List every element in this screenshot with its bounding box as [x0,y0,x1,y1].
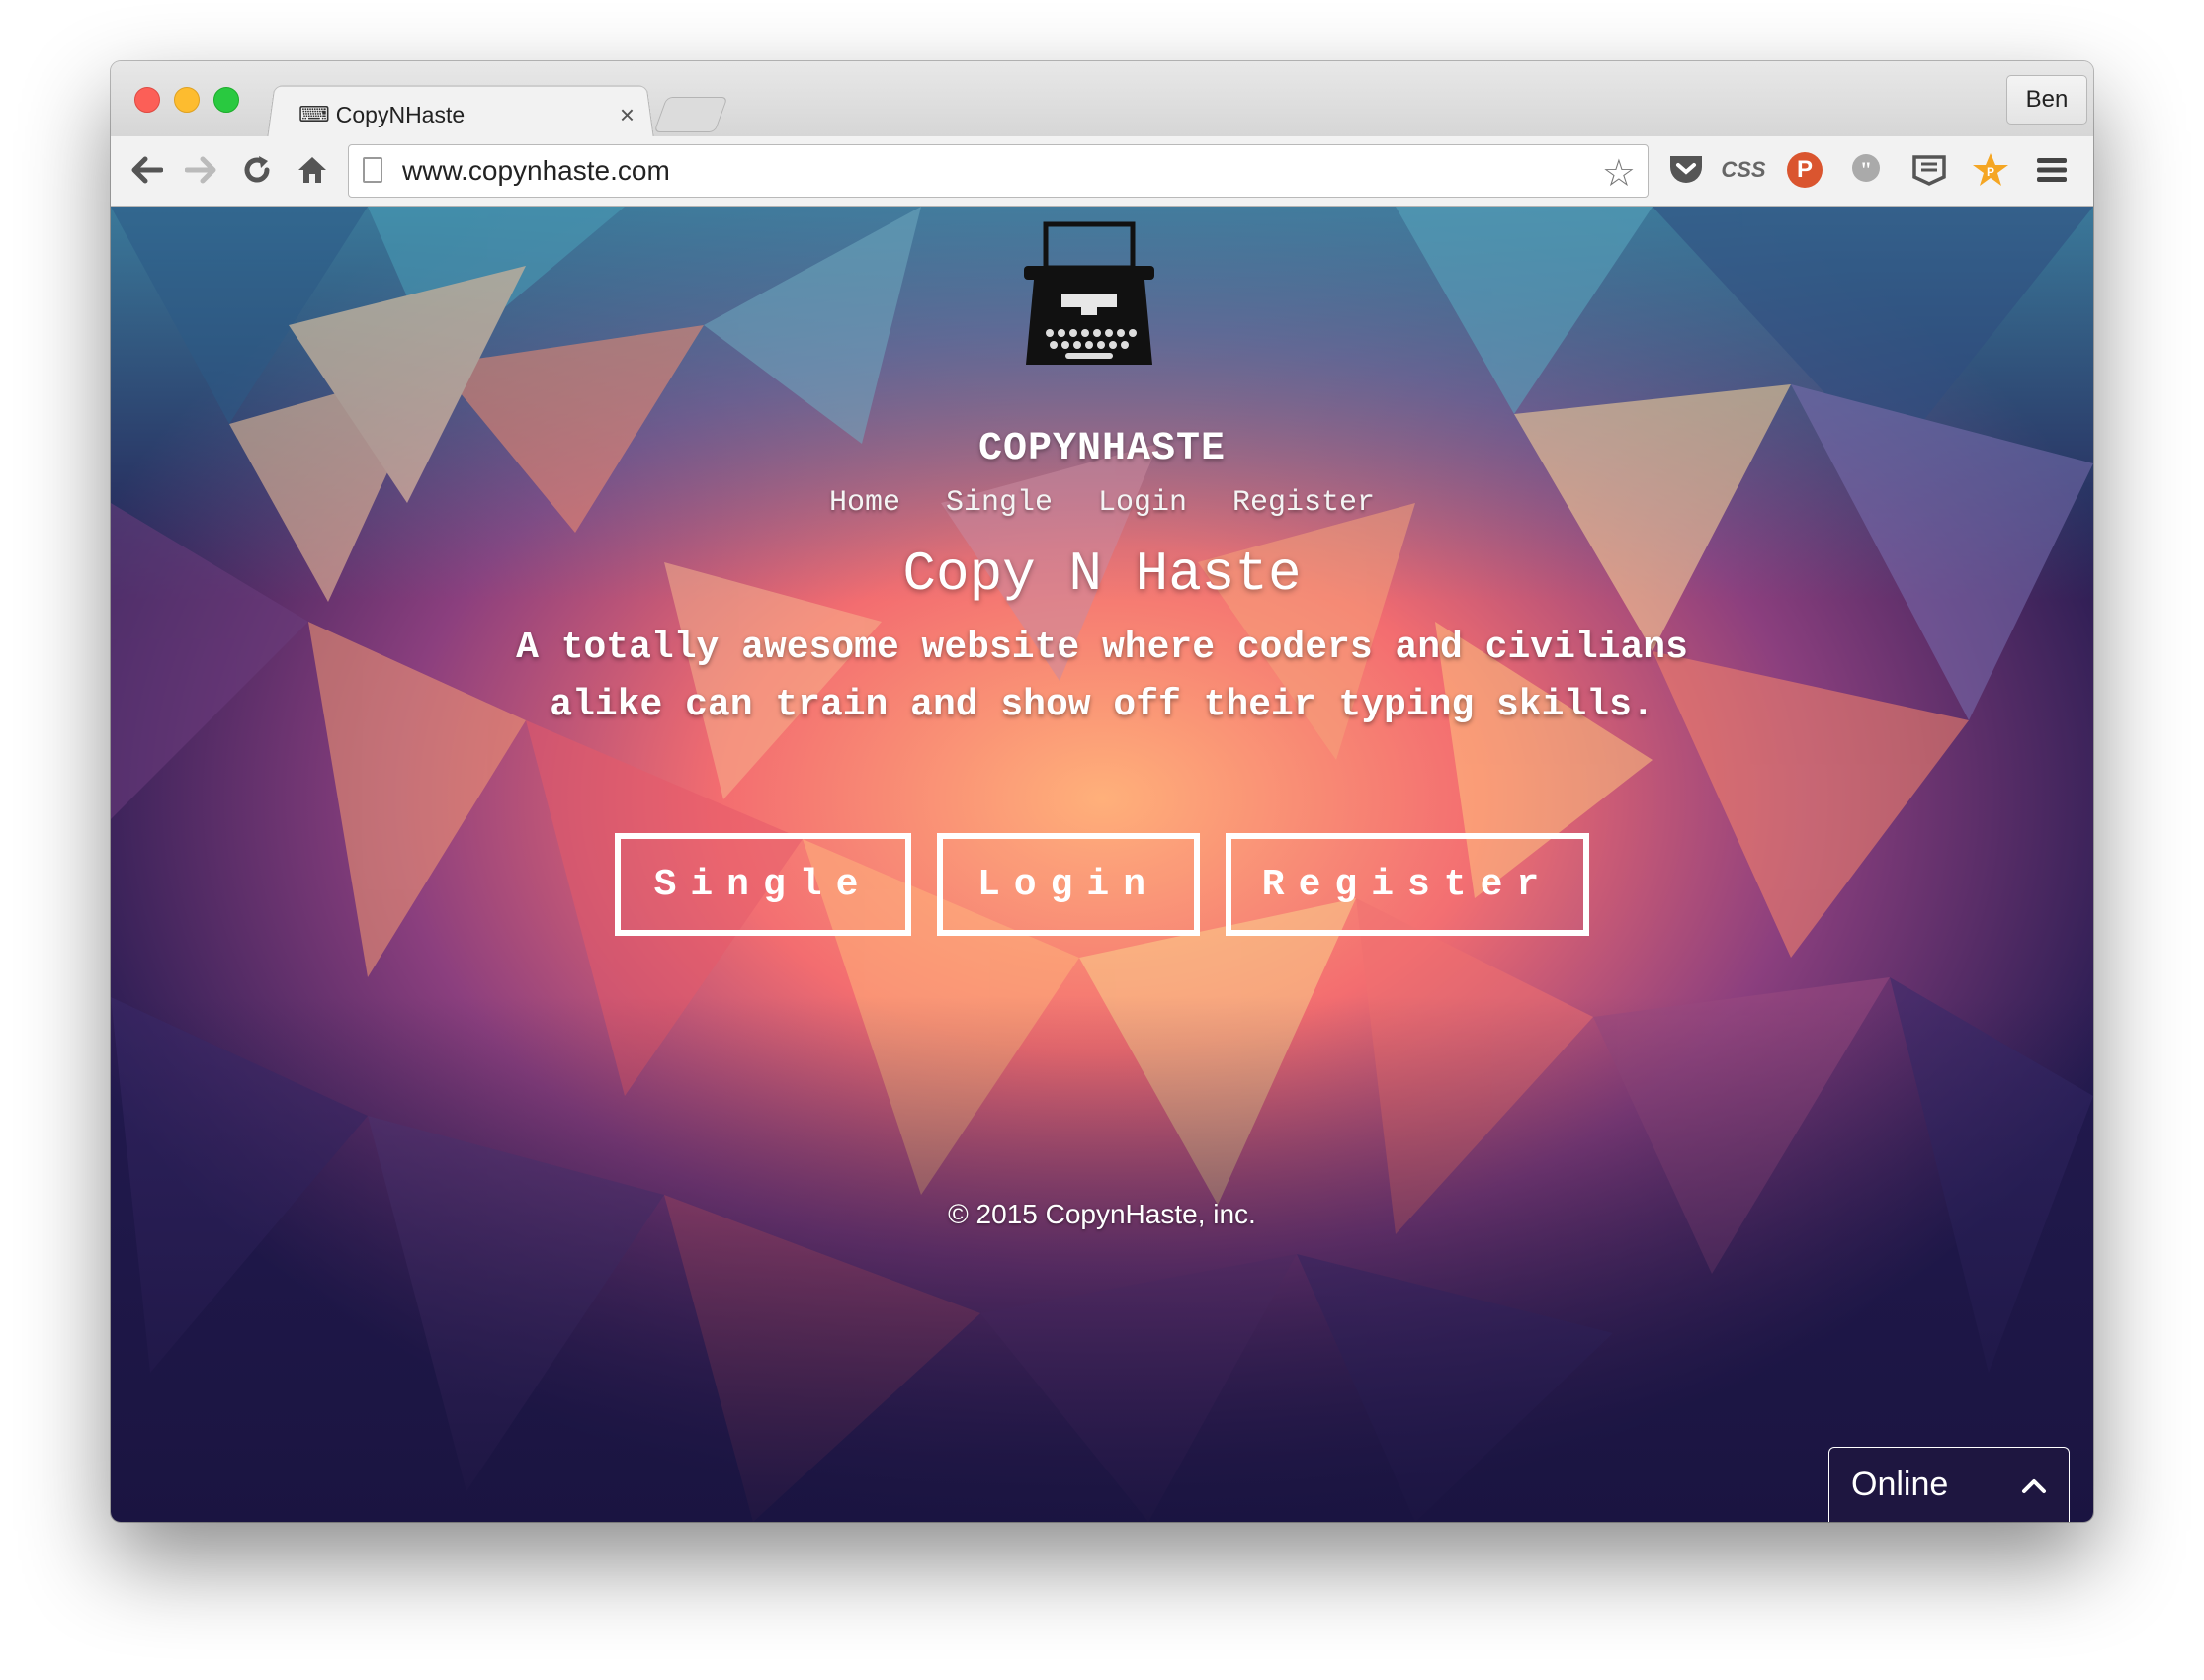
reader-icon[interactable] [1909,150,1949,190]
bookmark-star-icon[interactable]: ☆ [1602,151,1636,196]
producthunt-icon[interactable]: P [1785,150,1824,190]
nav-register-link[interactable]: Register [1232,486,1375,520]
title-bar: ⌨ CopyNHaste × Ben [111,61,2093,139]
forward-arrow-icon [185,156,216,184]
hero-subtitle-line: alike can train and show off their typin… [550,684,1654,726]
page-icon [363,157,382,183]
nav-login-link[interactable]: Login [1098,486,1187,520]
back-arrow-icon [131,156,163,184]
reload-icon [244,156,270,183]
home-icon [298,157,326,183]
forward-button[interactable] [180,148,223,192]
browser-window: ⌨ CopyNHaste × Ben www.copynhaste.com ☆ … [111,61,2093,1522]
browser-tab-content[interactable]: ⌨ CopyNHaste × [289,95,644,134]
register-button[interactable]: Register [1226,833,1589,936]
address-bar[interactable]: www.copynhaste.com ☆ [348,144,1649,198]
hero-subtitle-line: A totally awesome website where coders a… [516,627,1688,669]
nav-home-link[interactable]: Home [829,486,900,520]
quote-icon[interactable]: " [1846,150,1886,190]
menu-icon[interactable] [2032,150,2072,190]
hero-subtitle: A totally awesome website where coders a… [437,620,1767,734]
nav-single-link[interactable]: Single [946,486,1053,520]
chevron-up-icon[interactable] [2021,1476,2047,1494]
css-icon[interactable]: CSS [1721,150,1765,190]
single-button[interactable]: Single [615,833,911,936]
new-tab-button[interactable] [653,97,728,132]
profile-button[interactable]: Ben [2006,75,2087,125]
landing-content: COPYNHASTE Home Single Login Register Co… [111,207,2093,1522]
hero-title: Copy N Haste [902,543,1302,606]
pocket-icon[interactable] [1666,150,1706,190]
zoom-window-button[interactable] [213,87,239,113]
reload-button[interactable] [235,148,279,192]
top-navigation: Home Single Login Register [111,486,2093,520]
back-button[interactable] [125,148,168,192]
online-chat-widget[interactable]: Online [1828,1447,2070,1522]
tab-close-icon[interactable]: × [620,100,635,130]
brand-title[interactable]: COPYNHASTE [111,427,2093,471]
svg-text:": " [1860,157,1872,182]
chat-status-label: Online [1851,1466,1949,1503]
footer-copyright: © 2015 CopynHaste, inc. [948,1199,1256,1229]
keyboard-favicon-icon: ⌨ [298,102,330,126]
login-button[interactable]: Login [937,833,1200,936]
page-viewport: COPYNHASTE Home Single Login Register Co… [111,207,2093,1522]
star-badge-icon[interactable]: P [1971,150,2010,190]
browser-toolbar: www.copynhaste.com ☆ CSS P " P [111,136,2093,207]
close-window-button[interactable] [134,87,160,113]
typewriter-logo-icon [1024,221,1154,365]
svg-text:P: P [1987,165,1994,179]
url-text[interactable]: www.copynhaste.com [402,155,670,187]
home-button[interactable] [291,148,334,192]
minimize-window-button[interactable] [174,87,200,113]
tab-title: CopyNHaste [335,101,466,127]
